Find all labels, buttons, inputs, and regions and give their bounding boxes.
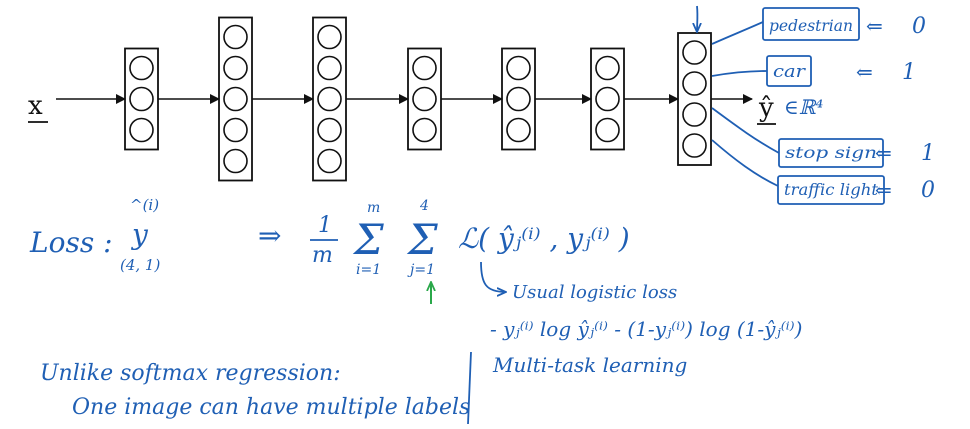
output-value-2: 1 (902, 60, 916, 85)
layer-1-unit-1 (129, 55, 154, 81)
usual-loss-note: Usual logistic loss (512, 282, 677, 303)
layer-6-unit-2 (595, 86, 620, 112)
fraction-numerator: 1 (318, 213, 332, 238)
output-name-1: pedestrian (769, 16, 853, 35)
loss-term: ℒ( ŷⱼ⁽ⁱ⁾ , yⱼ⁽ⁱ⁾ ) (458, 222, 630, 255)
inner-sum-bottom: j=1 (407, 262, 435, 278)
layer-6-unit-3 (595, 117, 620, 143)
multitask-network-diagram: x ŷ ∈ℝ⁴ pedestrian ⇐ 0car ⇐ 1stop sign⇐ 1traf… (28, 5, 935, 425)
layer-3-unit-4 (317, 117, 342, 143)
layer-5-unit-3 (506, 117, 531, 143)
outer-sum-bottom: i=1 (356, 262, 381, 278)
layer-1-unit-3 (129, 117, 154, 143)
layer-3-unit-1 (317, 24, 342, 50)
layer-7-unit-1 (682, 40, 707, 65)
output-value-1: 0 (912, 14, 926, 39)
output-value-4: 0 (921, 178, 935, 203)
layer-7-unit-4 (682, 133, 707, 158)
layer-2-unit-3 (223, 86, 248, 112)
layer-4-unit-3 (412, 117, 437, 143)
usual-loss-hook-arrow (480, 261, 506, 292)
layer-2-unit-1 (223, 24, 248, 50)
layer-6-unit-1 (595, 55, 620, 81)
layer-7-unit-3 (682, 102, 707, 127)
output-arrow-4: ⇐ (875, 178, 892, 202)
loss-label: Loss : (29, 226, 113, 259)
outer-sum-top: m (367, 200, 380, 216)
layer-4-unit-2 (412, 86, 437, 112)
layer-5-unit-1 (506, 55, 531, 81)
inner-sum-top: 4 (419, 198, 429, 214)
output-arrow-1: ⇐ (866, 14, 883, 38)
output-name-3: stop sign (785, 143, 877, 162)
multiple-labels-note: One image can have multiple labels (72, 395, 470, 420)
output-connector-2 (711, 70, 768, 77)
layer-2-unit-5 (223, 148, 248, 174)
layer-2-unit-2 (223, 55, 248, 81)
output-labels-group: pedestrian ⇐ 0car ⇐ 1stop sign⇐ 1traffic ligh… (711, 7, 935, 205)
output-space-label: ∈ℝ⁴ (784, 95, 823, 119)
y-symbol: y (130, 218, 149, 251)
layer-5-unit-2 (506, 86, 531, 112)
layer-3-unit-2 (317, 55, 342, 81)
input-x-label: x (28, 91, 43, 121)
inner-sum-symbol: Σ (406, 215, 438, 264)
implies-arrow: ⇒ (258, 219, 281, 252)
layer-3-unit-5 (317, 148, 342, 174)
multitask-learning-note: Multi-task learning (492, 353, 687, 377)
output-value-3: 1 (921, 141, 935, 166)
output-connector-1 (711, 21, 764, 45)
output-arrow-3: ⇐ (875, 141, 892, 165)
outer-sum-symbol: Σ (352, 215, 384, 264)
y-superscript: ^(i) (130, 196, 159, 214)
layer-4-unit-1 (412, 55, 437, 81)
output-yhat-label: ŷ (758, 93, 774, 123)
y-shape: (4, 1) (120, 256, 160, 274)
unlike-softmax-note: Unlike softmax regression: (40, 361, 341, 386)
logistic-loss-formula: - yⱼ⁽ⁱ⁾ log ŷⱼ⁽ⁱ⁾ - (1-yⱼ⁽ⁱ⁾) log (1-ŷⱼ⁽… (490, 317, 802, 341)
output-arrow-2: ⇐ (856, 60, 873, 84)
output-name-2: car (773, 62, 806, 82)
fraction-denominator: m (312, 243, 333, 268)
output-name-4: traffic light (784, 180, 879, 199)
layer-1-unit-2 (129, 86, 154, 112)
layer-3-unit-3 (317, 86, 342, 112)
layer-2-unit-4 (223, 117, 248, 143)
layer-7-unit-2 (682, 71, 707, 96)
